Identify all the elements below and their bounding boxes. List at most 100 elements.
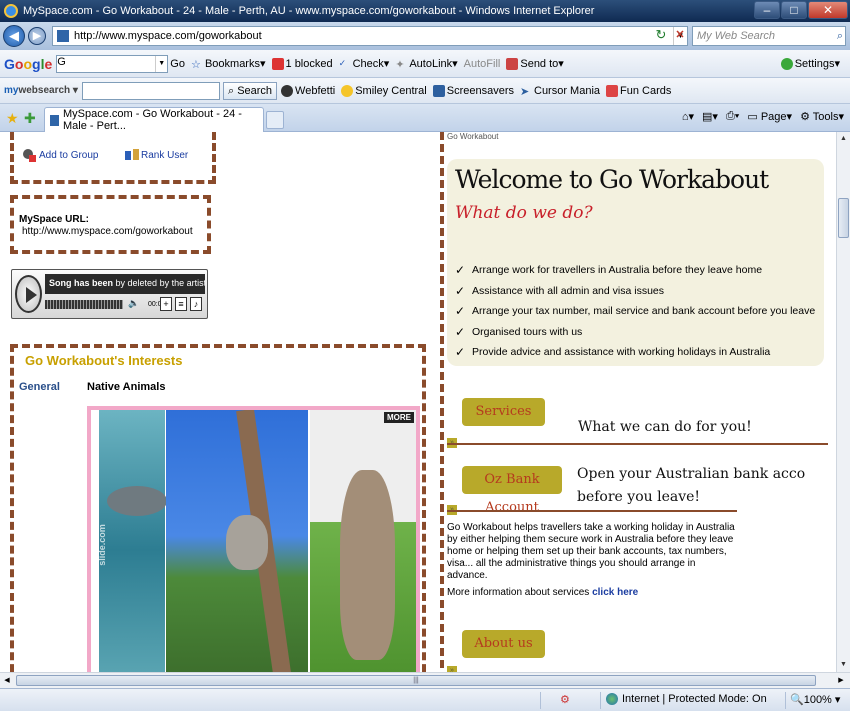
favorites-star-icon[interactable]: ★: [6, 110, 19, 127]
player-progress-bar[interactable]: [45, 300, 123, 309]
mywebsearch-logo[interactable]: mywebsearch ▾: [4, 85, 78, 96]
tools-menu-button[interactable]: ⚙ Tools▾: [800, 110, 844, 123]
feeds-icon[interactable]: ▤▾: [702, 110, 718, 123]
add-song-button[interactable]: +: [160, 297, 172, 311]
autolink-button[interactable]: ✦ AutoLink ▾: [395, 57, 457, 71]
services-description: Go Workabout helps travellers take a wor…: [447, 522, 735, 581]
refresh-button[interactable]: ↻: [652, 26, 670, 44]
popup-block-icon: [271, 57, 284, 70]
tab-bar: ★ ✚ MySpace.com - Go Workabout - 24 - Ma…: [0, 104, 850, 132]
tab-myspace[interactable]: MySpace.com - Go Workabout - 24 - Male -…: [44, 107, 264, 132]
horizontal-scroll-thumb[interactable]: |||: [16, 675, 816, 686]
volume-icon[interactable]: 🔈: [128, 298, 139, 309]
ie-logo-icon: [4, 4, 18, 18]
list-item: ✓ Provide advice and assistance with work…: [455, 345, 771, 360]
list-item: ✓ Arrange your tax number, mail service a…: [455, 304, 816, 319]
horizontal-scrollbar[interactable]: ◀ ||| ▶: [0, 672, 850, 688]
address-url: http://www.myspace.com/goworkabout: [74, 30, 262, 42]
welcome-title: Welcome to Go Workabout: [455, 165, 769, 194]
send-icon: [506, 57, 519, 70]
popup-blocked-button[interactable]: 1 blocked: [271, 57, 333, 70]
maximize-button[interactable]: □: [781, 1, 807, 19]
close-button[interactable]: ✕: [808, 1, 848, 19]
bank-tagline-line2: before you leave!: [577, 489, 701, 505]
animal-slideshow[interactable]: MORE slide.com: [87, 406, 420, 672]
spell-check-button[interactable]: ✓ Check ▾: [339, 57, 390, 71]
check-icon: ✓: [455, 283, 466, 298]
scroll-right-arrow-icon[interactable]: ▶: [834, 674, 848, 688]
card-icon: [606, 84, 619, 97]
myspace-url-label: MySpace URL:: [19, 214, 90, 225]
welcome-panel: Welcome to Go Workabout What do we do? ✓…: [447, 159, 824, 366]
mywebsearch-search-button[interactable]: ⌕ Search: [222, 81, 278, 100]
vertical-scroll-thumb[interactable]: [838, 198, 849, 238]
services-tagline: What we can do for you!: [578, 419, 752, 435]
welcome-subtitle: What do we do?: [455, 203, 593, 223]
new-tab-button[interactable]: [266, 111, 284, 129]
services-badge: Services: [462, 398, 545, 426]
mywebsearch-input[interactable]: [81, 81, 220, 100]
list-item: ✓ Arrange work for travellers in Australi…: [455, 263, 763, 278]
fun-cards-link[interactable]: Fun Cards: [606, 84, 671, 97]
google-go-button[interactable]: Go: [170, 58, 185, 70]
zoom-level[interactable]: 🔍100% ▾: [790, 693, 840, 706]
play-button[interactable]: [15, 275, 42, 313]
address-toolbar: ◀ ▶ http://www.myspace.com/goworkabout ▼…: [0, 22, 850, 50]
about-us-badge: About us: [462, 630, 545, 658]
add-to-group-link[interactable]: Add to Group: [22, 148, 98, 162]
section-divider: [447, 443, 828, 445]
security-zone[interactable]: Internet | Protected Mode: On: [606, 693, 767, 705]
bank-account-badge: Oz Bank Account: [462, 466, 562, 515]
cursor-mania-link[interactable]: ➤ Cursor Mania: [520, 85, 600, 98]
cut-off-heading: Go Workabout: [447, 132, 499, 141]
rank-user-icon: [124, 148, 139, 162]
cursor-icon: ➤: [520, 85, 530, 98]
page-menu-button[interactable]: ▭ Page▾: [747, 110, 792, 123]
rank-user-link[interactable]: Rank User: [124, 148, 188, 162]
web-search-input[interactable]: My Web Search ⌕: [692, 26, 846, 46]
add-group-icon: [22, 148, 36, 162]
vertical-scrollbar[interactable]: ▲ ▼: [836, 132, 850, 672]
tab-title: MySpace.com - Go Workabout - 24 - Male -…: [62, 108, 242, 132]
home-icon[interactable]: ⌂▾: [682, 110, 694, 123]
send-to-button[interactable]: Send to ▾: [506, 57, 564, 70]
slideshow-more-button[interactable]: MORE: [384, 412, 414, 423]
google-logo: Google: [4, 55, 53, 72]
add-favorites-icon[interactable]: ✚: [24, 110, 36, 127]
smiley-central-link[interactable]: Smiley Central: [341, 84, 427, 97]
webfetti-link[interactable]: Webfetti: [281, 84, 335, 97]
scroll-left-arrow-icon[interactable]: ◀: [0, 674, 14, 688]
profile-actions-box: Add to Group Rank User: [10, 132, 216, 184]
settings-icon: [780, 57, 793, 70]
more-info-line: More information about services click he…: [447, 587, 639, 598]
page-content: Add to Group Rank User MySpace URL: http…: [0, 132, 836, 672]
google-settings-button[interactable]: Settings ▾: [780, 57, 840, 70]
playlist-button[interactable]: ≡: [175, 297, 187, 311]
services-click-here-link[interactable]: click here: [592, 587, 638, 598]
forward-button[interactable]: ▶: [28, 27, 46, 45]
minimize-button[interactable]: –: [754, 1, 780, 19]
myspace-url-box: MySpace URL: http://www.myspace.com/gowo…: [10, 195, 211, 254]
bank-tagline-line1: Open your Australian bank acco: [577, 466, 806, 482]
interests-title: Go Workabout's Interests: [25, 353, 183, 368]
scroll-up-arrow-icon[interactable]: ▲: [837, 132, 850, 146]
screensavers-link[interactable]: Screensavers: [432, 84, 514, 97]
music-note-button[interactable]: ♪: [190, 297, 202, 311]
interest-category: General: [19, 381, 60, 393]
bookmarks-button[interactable]: ☆ Bookmarks ▾: [191, 57, 266, 71]
privacy-report-icon[interactable]: ⚙: [560, 693, 570, 706]
address-bar[interactable]: http://www.myspace.com/goworkabout ▼: [52, 26, 688, 46]
services-list: ✓ Arrange work for travellers in Australi…: [455, 260, 815, 363]
scroll-down-arrow-icon[interactable]: ▼: [837, 658, 850, 672]
dolphin-photo: [99, 410, 167, 672]
print-icon[interactable]: ⎙▾: [726, 110, 739, 123]
internet-globe-icon: [606, 693, 618, 705]
check-icon: ✓: [455, 345, 466, 360]
autofill-button[interactable]: AutoFill: [464, 58, 501, 70]
stop-button[interactable]: ✕: [672, 26, 688, 44]
google-search-select[interactable]: G ▼: [56, 54, 169, 73]
back-button[interactable]: ◀: [3, 25, 25, 47]
interests-box: Go Workabout's Interests General Native …: [10, 344, 426, 672]
check-icon: ✓: [455, 263, 466, 278]
search-icon[interactable]: ⌕: [837, 27, 843, 45]
